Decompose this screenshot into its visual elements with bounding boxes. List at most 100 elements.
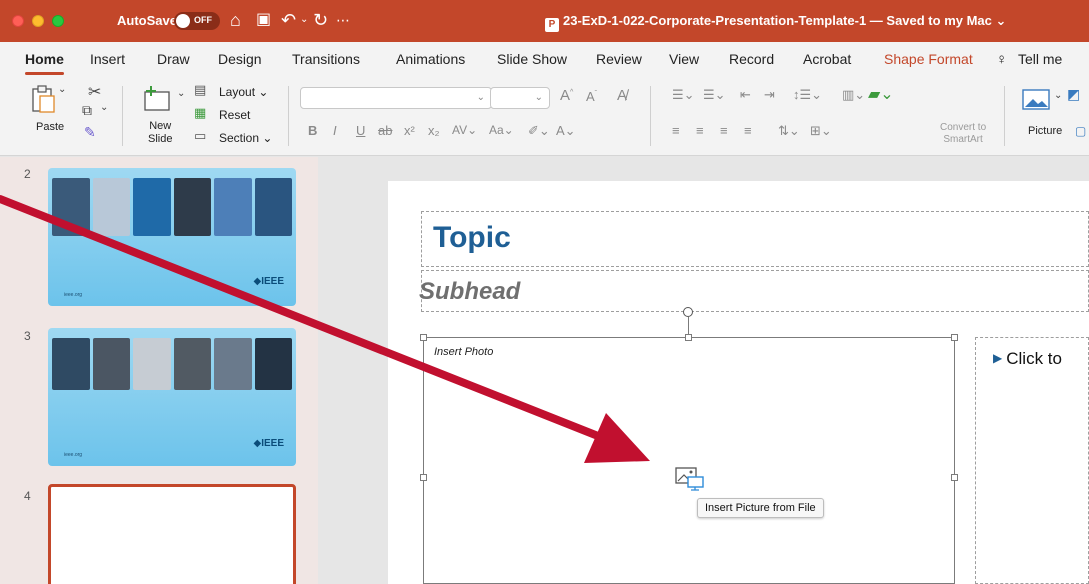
topic-title[interactable]: Topic <box>433 221 511 255</box>
align-center-icon[interactable]: ≡ <box>696 123 704 138</box>
picture-dropdown-icon[interactable]: ⌄ <box>1054 90 1062 101</box>
insert-picture-from-file-icon[interactable] <box>675 466 705 492</box>
layout-button[interactable]: Layout ⌄ <box>219 85 268 99</box>
resize-handle[interactable] <box>951 474 958 481</box>
superscript-icon[interactable]: x² <box>404 123 415 138</box>
resize-handle[interactable] <box>420 334 427 341</box>
subhead-text[interactable]: Subhead <box>419 278 520 306</box>
increase-font-icon[interactable]: A^ <box>560 87 573 104</box>
title-bar: AutoSave OFF ⌂ ▣ ↶ ⌄ ↻ ⋯ P 23-ExD-1-022-C… <box>0 0 1089 42</box>
copy-dropdown-icon[interactable]: ⌄ <box>100 102 108 113</box>
paste-dropdown-icon[interactable]: ⌄ <box>58 84 66 95</box>
copy-icon[interactable]: ⧉ <box>82 102 92 119</box>
font-size-dropdown[interactable]: ⌄ <box>490 87 550 109</box>
italic-icon[interactable]: I <box>333 123 337 138</box>
underline-icon[interactable]: U <box>356 123 365 138</box>
shapes-icon[interactable]: ◩ <box>1067 86 1080 103</box>
decrease-font-icon[interactable]: Aˇ <box>586 89 597 104</box>
ribbon-home: ⌄ Paste ✂ ⧉ ⌄ ✎ ⌄ New Slide ▤ Layout ⌄ ▦ … <box>0 78 1089 156</box>
slide-number: 4 <box>24 489 31 503</box>
new-slide-dropdown-icon[interactable]: ⌄ <box>177 88 185 99</box>
justify-icon[interactable]: ≡ <box>744 123 752 138</box>
resize-handle[interactable] <box>685 334 692 341</box>
ieee-logo: ◆IEEE <box>253 276 284 287</box>
autosave-toggle[interactable]: OFF <box>174 12 220 30</box>
close-window-button[interactable] <box>12 15 24 27</box>
redo-icon[interactable]: ↻ <box>313 9 328 31</box>
line-spacing-icon[interactable]: ↕☰⌄ <box>793 87 822 103</box>
subscript-icon[interactable]: x₂ <box>428 123 440 138</box>
cut-icon[interactable]: ✂ <box>88 82 101 102</box>
home-icon[interactable]: ⌂ <box>230 9 241 31</box>
new-slide-icon[interactable] <box>142 84 174 112</box>
convert-smartart-label[interactable]: Convert to SmartArt <box>940 122 986 146</box>
bold-icon[interactable]: B <box>308 123 317 138</box>
resize-handle[interactable] <box>951 334 958 341</box>
decrease-indent-icon[interactable]: ⇤ <box>740 87 751 103</box>
save-icon[interactable]: ▣ <box>256 9 271 31</box>
tab-slide-show[interactable]: Slide Show <box>497 51 567 67</box>
tab-draw[interactable]: Draw <box>157 51 190 67</box>
tab-acrobat[interactable]: Acrobat <box>803 51 851 67</box>
tooltip: Insert Picture from File <box>697 498 824 518</box>
tab-shape-format[interactable]: Shape Format <box>884 51 973 67</box>
strikethrough-icon[interactable]: ab <box>378 123 392 138</box>
subhead-placeholder-box[interactable] <box>421 270 1089 312</box>
change-case-icon[interactable]: Aa⌄ <box>489 123 514 137</box>
tab-review[interactable]: Review <box>596 51 642 67</box>
content-placeholder[interactable] <box>975 337 1089 584</box>
format-painter-icon[interactable]: ✎ <box>84 124 96 141</box>
align-text-icon[interactable]: ⊞⌄ <box>810 123 832 139</box>
paste-label: Paste <box>36 121 65 133</box>
character-spacing-icon[interactable]: AV⌄ <box>452 123 477 137</box>
slide-thumbnail-4-selected[interactable] <box>48 484 296 584</box>
increase-indent-icon[interactable]: ⇥ <box>764 87 775 103</box>
align-right-icon[interactable]: ≡ <box>720 123 728 138</box>
zoom-window-button[interactable] <box>52 15 64 27</box>
slide-thumbnail-3[interactable]: ◆IEEE ieee.org <box>48 328 296 466</box>
reset-button[interactable]: Reset <box>219 108 250 122</box>
photo-placeholder[interactable] <box>423 337 955 584</box>
rotate-handle[interactable] <box>683 307 693 317</box>
bullets-icon[interactable]: ☰⌄ <box>672 87 695 103</box>
resize-handle[interactable] <box>420 474 427 481</box>
insert-photo-label: Insert Photo <box>434 346 494 358</box>
tab-record[interactable]: Record <box>729 51 774 67</box>
tab-insert[interactable]: Insert <box>90 51 125 67</box>
paste-icon[interactable] <box>30 84 56 114</box>
textbox-icon[interactable]: ▢ <box>1075 124 1086 138</box>
topic-placeholder-box[interactable] <box>421 211 1089 267</box>
highlight-icon[interactable]: ✐⌄ <box>528 123 550 139</box>
ieee-logo: ◆IEEE <box>253 438 284 449</box>
font-color-icon[interactable]: A⌄ <box>556 123 576 139</box>
tab-home[interactable]: Home <box>25 51 64 75</box>
columns-icon[interactable]: ▥⌄ <box>842 87 865 103</box>
font-name-dropdown[interactable]: ⌄ <box>300 87 492 109</box>
layout-icon: ▤ <box>194 82 207 97</box>
numbering-icon[interactable]: ☰⌄ <box>703 87 726 103</box>
smartart-icon[interactable]: ▰⌄ <box>868 84 894 104</box>
text-direction-icon[interactable]: ⇅⌄ <box>778 123 800 139</box>
autosave-state: OFF <box>194 15 212 25</box>
slide-thumbnail-2[interactable]: ◆IEEE ieee.org <box>48 168 296 306</box>
undo-icon[interactable]: ↶ <box>281 9 296 31</box>
content-placeholder-text[interactable]: ▶ Click to <box>993 349 1062 369</box>
tab-tell-me[interactable]: Tell me <box>1018 51 1062 67</box>
tab-view[interactable]: View <box>669 51 699 67</box>
section-button[interactable]: Section ⌄ <box>219 131 272 145</box>
minimize-window-button[interactable] <box>32 15 44 27</box>
picture-icon[interactable] <box>1022 88 1052 112</box>
powerpoint-icon: P <box>545 18 559 32</box>
undo-dropdown-icon[interactable]: ⌄ <box>300 9 308 31</box>
align-left-icon[interactable]: ≡ <box>672 123 680 138</box>
tab-animations[interactable]: Animations <box>396 51 465 67</box>
tab-design[interactable]: Design <box>218 51 262 67</box>
tab-transitions[interactable]: Transitions <box>292 51 360 67</box>
autosave-label: AutoSave <box>117 13 177 28</box>
document-title-text: 23-ExD-1-022-Corporate-Presentation-Temp… <box>563 13 1007 28</box>
section-icon: ▭ <box>194 128 207 143</box>
clear-formatting-icon[interactable]: A̸ <box>617 87 627 104</box>
more-icon[interactable]: ⋯ <box>336 9 350 31</box>
ribbon-tabs: Home Insert Draw Design Transitions Anim… <box>0 42 1089 78</box>
slide-number: 2 <box>24 167 31 181</box>
